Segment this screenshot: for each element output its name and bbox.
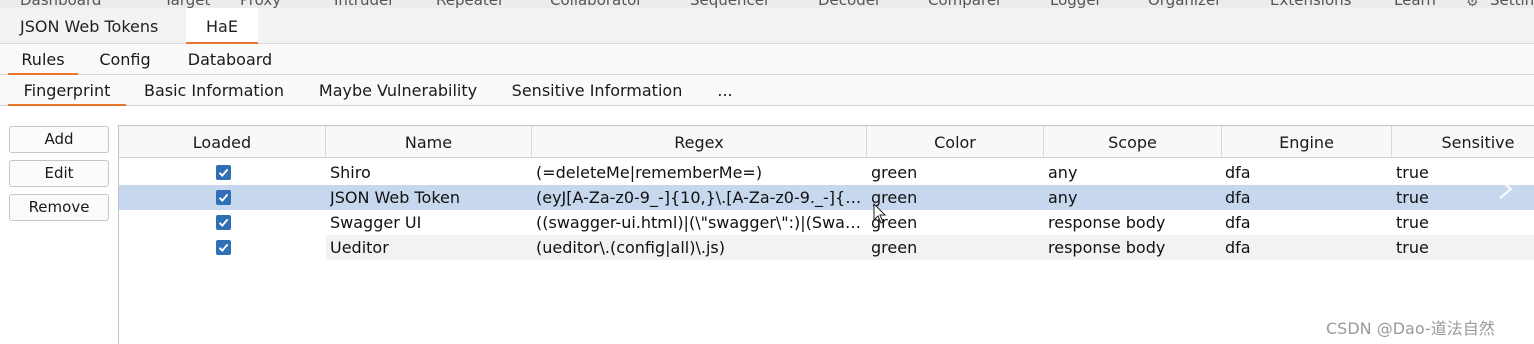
rule-engine: dfa — [1225, 163, 1251, 182]
burp-tab-settings[interactable]: Settings — [1490, 0, 1534, 8]
table-row-selected[interactable]: JSON Web Token (eyJ[A-Za-z0-9_-]{10,}\.[… — [119, 185, 1534, 210]
tab-json-web-tokens[interactable]: JSON Web Tokens — [2, 8, 176, 44]
rule-engine: dfa — [1225, 188, 1251, 207]
loaded-checkbox[interactable] — [216, 215, 231, 230]
rule-name: Swagger UI — [330, 213, 422, 232]
rule-scope: response body — [1048, 238, 1166, 257]
tab-maybe-vulnerability[interactable]: Maybe Vulnerability — [310, 75, 486, 106]
burp-tab-comparer[interactable]: Comparer — [928, 0, 1002, 8]
burp-tab-logger[interactable]: Logger — [1050, 0, 1102, 8]
tab-config[interactable]: Config — [88, 44, 162, 75]
rule-engine: dfa — [1225, 213, 1251, 232]
rules-panel: Add Edit Remove Loaded Name Regex Color … — [0, 106, 1534, 344]
edit-button[interactable]: Edit — [9, 160, 109, 187]
column-scope[interactable]: Scope — [1044, 126, 1222, 158]
rule-scope: any — [1048, 188, 1078, 207]
rule-regex: (eyJ[A-Za-z0-9_-]{10,}\.[A-Za-z0-9._-]{1… — [536, 188, 866, 207]
burp-tab-proxy[interactable]: Proxy — [240, 0, 281, 8]
rule-color: green — [871, 188, 918, 207]
table-row[interactable]: Swagger UI ((swagger-ui.html)|(\"swagger… — [119, 210, 1534, 235]
rule-name: Shiro — [330, 163, 371, 182]
rule-name: JSON Web Token — [330, 188, 461, 207]
tab-hae[interactable]: HaE — [186, 8, 258, 44]
tab-basic-information[interactable]: Basic Information — [136, 75, 292, 106]
burp-tab-decoder[interactable]: Decoder — [818, 0, 881, 8]
burp-tab-sequencer[interactable]: Sequencer — [690, 0, 770, 8]
rule-group-tab-bar: Fingerprint Basic Information Maybe Vuln… — [0, 75, 1534, 106]
rule-engine: dfa — [1225, 238, 1251, 257]
burp-tab-organizer[interactable]: Organizer — [1148, 0, 1221, 8]
burp-tab-repeater[interactable]: Repeater — [436, 0, 504, 8]
tab-rules[interactable]: Rules — [8, 44, 78, 75]
column-loaded[interactable]: Loaded — [119, 126, 326, 158]
mouse-cursor-icon — [873, 203, 887, 224]
rule-color: green — [871, 238, 918, 257]
tab-sensitive-information[interactable]: Sensitive Information — [502, 75, 692, 106]
watermark: CSDN @Dao-道法自然 — [1326, 319, 1495, 338]
column-regex[interactable]: Regex — [532, 126, 867, 158]
rule-name: Ueditor — [330, 238, 389, 257]
tab-fingerprint[interactable]: Fingerprint — [8, 75, 126, 106]
rule-regex: (ueditor\.(config|all)\.js) — [536, 238, 725, 257]
burp-tab-dashboard[interactable]: Dashboard — [20, 0, 101, 8]
tab-more[interactable]: ... — [710, 75, 740, 106]
tab-databoard[interactable]: Databoard — [176, 44, 284, 75]
burp-tab-extensions[interactable]: Extensions — [1270, 0, 1351, 8]
extension-tab-bar: JSON Web Tokens HaE — [0, 8, 1534, 44]
gear-icon[interactable]: ⚙ — [1466, 0, 1479, 8]
loaded-checkbox[interactable] — [216, 240, 231, 255]
loaded-checkbox[interactable] — [216, 165, 231, 180]
remove-button[interactable]: Remove — [9, 194, 109, 221]
column-sensitive[interactable]: Sensitive — [1392, 126, 1534, 158]
burp-tab-target[interactable]: Target — [164, 0, 210, 8]
rule-regex: (=deleteMe|rememberMe=) — [536, 163, 763, 182]
burp-main-tabs: Dashboard Target Proxy Intruder Repeater… — [0, 0, 1534, 8]
table-row[interactable]: Ueditor (ueditor\.(config|all)\.js) gree… — [119, 235, 1534, 260]
add-button[interactable]: Add — [9, 126, 109, 153]
table-row[interactable]: Shiro (=deleteMe|rememberMe=) green any … — [119, 160, 1534, 185]
rule-color: green — [871, 163, 918, 182]
hae-tab-bar: Rules Config Databoard — [0, 44, 1534, 75]
burp-tab-learn[interactable]: Learn — [1394, 0, 1436, 8]
column-engine[interactable]: Engine — [1222, 126, 1392, 158]
rule-sensitive: true — [1396, 213, 1429, 232]
rule-sensitive: true — [1396, 238, 1429, 257]
rule-scope: any — [1048, 163, 1078, 182]
burp-tab-collaborator[interactable]: Collaborator — [550, 0, 642, 8]
column-color[interactable]: Color — [867, 126, 1044, 158]
rules-table: Loaded Name Regex Color Scope Engine Sen… — [118, 125, 1534, 344]
loaded-checkbox[interactable] — [216, 190, 231, 205]
rule-scope: response body — [1048, 213, 1166, 232]
column-name[interactable]: Name — [326, 126, 532, 158]
rule-color: green — [871, 213, 918, 232]
chevron-right-icon[interactable] — [1496, 178, 1516, 200]
burp-tab-intruder[interactable]: Intruder — [334, 0, 394, 8]
rule-regex: ((swagger-ui.html)|(\"swagger\":)|(Swag.… — [536, 213, 866, 232]
table-header: Loaded Name Regex Color Scope Engine Sen… — [119, 126, 1534, 158]
